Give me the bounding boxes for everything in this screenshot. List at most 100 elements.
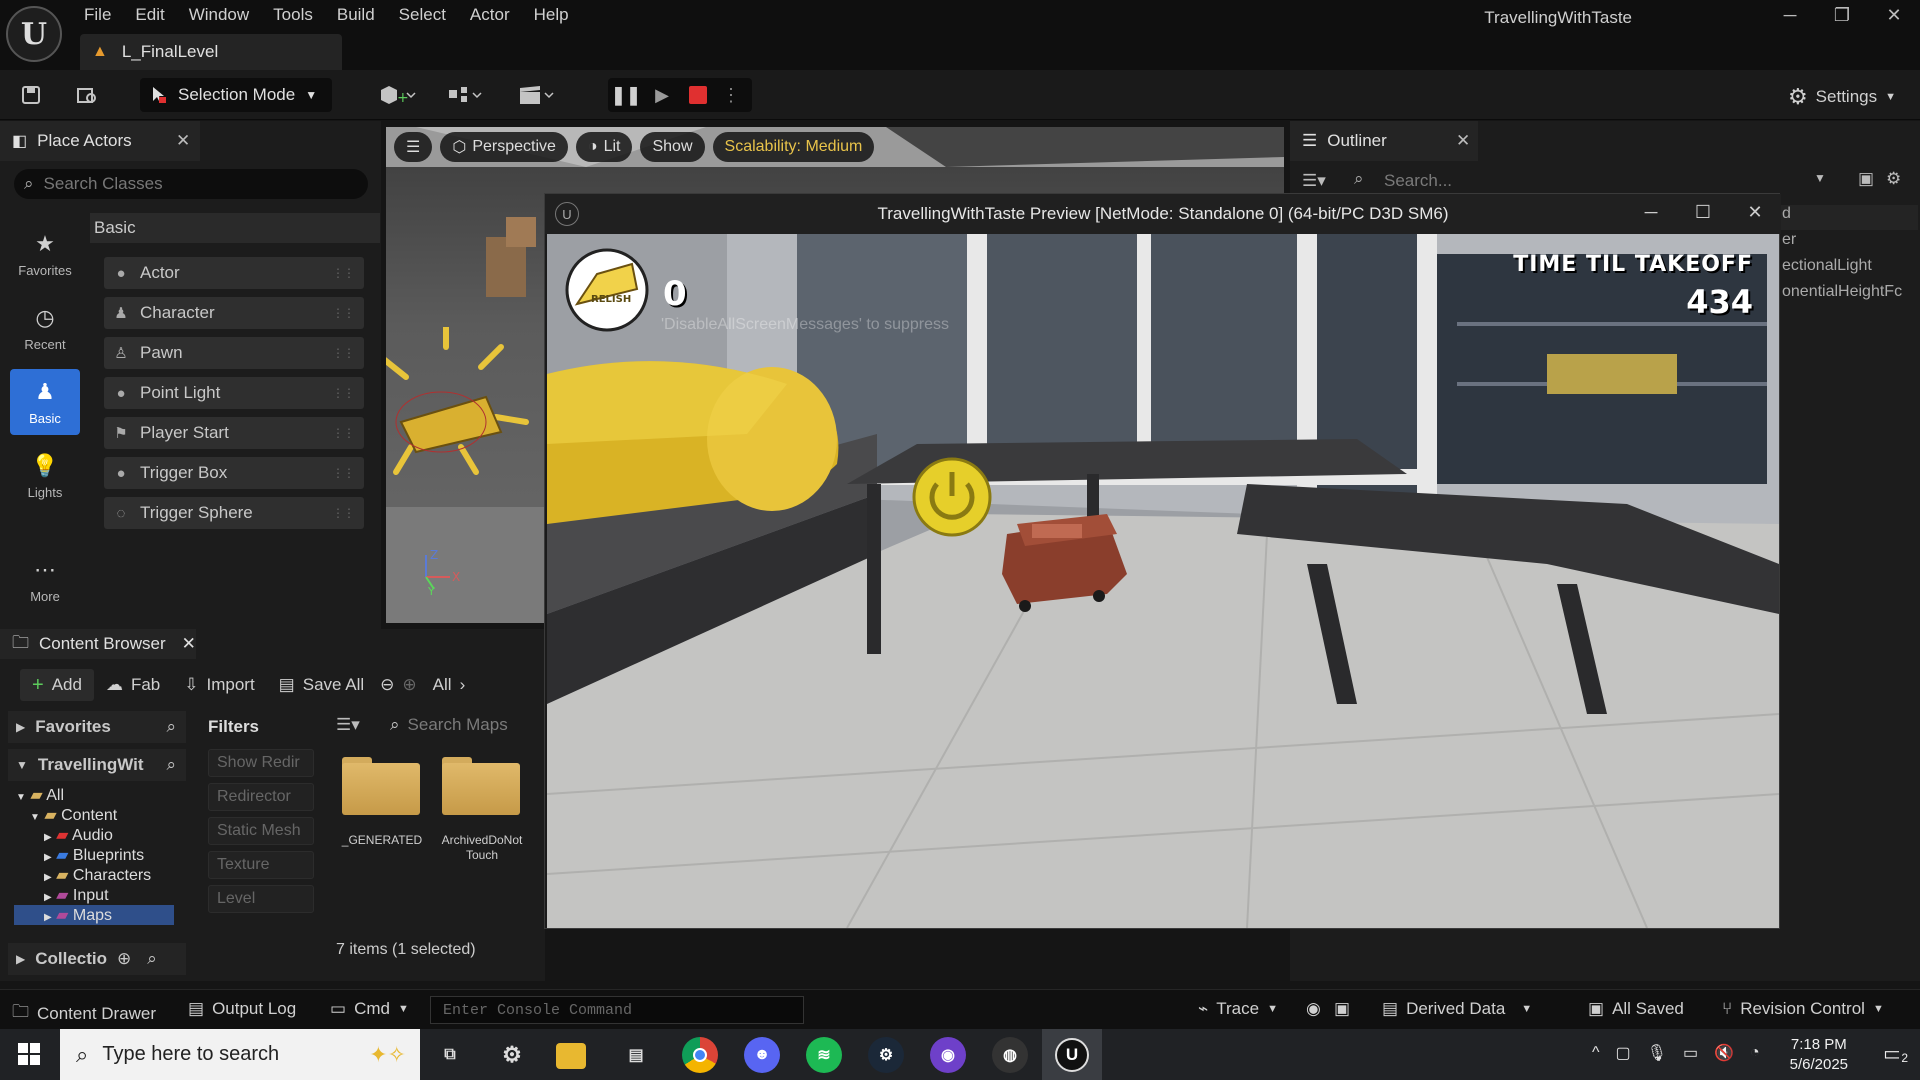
outliner-row[interactable]: d [1778,205,1918,230]
selection-mode-dropdown[interactable]: Selection Mode ▼ [140,78,332,112]
tree-item-content[interactable]: ▼ ▰ Content [30,805,117,825]
filter-level[interactable]: Level [208,885,314,913]
unreal-taskbar-item[interactable]: U [1042,1029,1102,1080]
filter-static-mesh[interactable]: Static Mesh [208,817,314,845]
lit-button[interactable]: ◑ Lit [575,132,633,162]
actor-item-character[interactable]: ♟ Character ⋮⋮ [104,297,364,329]
chevron-down-icon[interactable]: ▼ [1814,171,1826,185]
menu-window[interactable]: Window [177,1,261,29]
outliner-search-input[interactable]: Search... [1384,171,1452,191]
forward-button[interactable]: ⊕ [398,669,420,701]
windows-start-icon[interactable] [18,1043,40,1070]
obs-icon[interactable]: ◍ [992,1037,1028,1073]
outliner-row[interactable]: er [1778,231,1918,256]
tree-item-characters[interactable]: ▶ ▰ Characters [44,865,151,885]
settings-button[interactable]: ⚙ Settings ▼ [1788,84,1896,110]
github-icon[interactable]: ◉ [930,1037,966,1073]
drag-handle-icon[interactable]: ⋮⋮ [332,266,355,280]
maximize-icon[interactable]: ☐ [1677,202,1729,223]
place-actors-tab[interactable]: ◧ Place Actors [0,121,200,161]
taskbar-search-input[interactable]: ⌕ Type here to search ✦✧ [60,1029,420,1080]
drag-handle-icon[interactable]: ⋮⋮ [332,506,355,520]
spotify-icon[interactable]: ≋ [806,1037,842,1073]
close-icon[interactable]: ✕ [176,131,190,151]
battery-icon[interactable]: ▭ [1683,1043,1698,1063]
close-icon[interactable]: ✕ [182,634,196,654]
category-lights[interactable]: 💡 Lights [10,443,80,509]
actor-item-point-light[interactable]: ● Point Light ⋮⋮ [104,377,364,409]
actor-item-trigger-box[interactable]: ● Trigger Box ⋮⋮ [104,457,364,489]
minimize-icon[interactable]: ─ [1764,5,1816,26]
show-button[interactable]: Show [640,132,705,162]
minimize-icon[interactable]: ─ [1625,202,1677,223]
folder-archived-icon[interactable] [442,755,520,815]
play-options-icon[interactable]: ⋮ [716,85,746,106]
filter-texture[interactable]: Texture [208,851,314,879]
tree-item-audio[interactable]: ▶ ▰ Audio [44,825,113,845]
drag-handle-icon[interactable]: ⋮⋮ [332,466,355,480]
microphone-icon[interactable]: 🎙 [1647,1043,1667,1063]
system-clock[interactable]: 7:18 PM 5/6/2025 [1790,1035,1848,1075]
stop-icon[interactable] [680,86,716,104]
output-log-button[interactable]: ▤ Output Log [188,999,296,1019]
folder-generated-icon[interactable] [342,755,420,815]
path-breadcrumb[interactable]: All › [421,669,478,701]
steam-icon[interactable]: ⚙ [868,1037,904,1073]
content-drawer-button[interactable]: 🗀 Content Drawer [12,999,156,1028]
chevron-up-icon[interactable]: ^ [1592,1044,1600,1062]
revision-control-dropdown[interactable]: ⑂ Revision Control ▼ [1722,999,1884,1019]
add-button[interactable]: + Add [20,669,94,701]
tree-item-blueprints[interactable]: ▶ ▰ Blueprints [44,845,144,865]
search-maps-input[interactable]: ⌕ Search Maps [390,711,550,739]
category-basic[interactable]: ♟ Basic [10,369,80,435]
perspective-button[interactable]: ⬡ Perspective [440,132,568,162]
search-icon[interactable]: ⌕ [147,949,157,969]
wifi-icon[interactable]: ◔ [1750,1044,1760,1062]
back-button[interactable]: ⊖ [376,669,398,701]
unreal-logo-icon[interactable]: U [6,6,62,62]
close-icon[interactable]: ✕ [1456,131,1470,151]
actor-item-pawn[interactable]: ♙ Pawn ⋮⋮ [104,337,364,369]
console-input[interactable]: Enter Console Command [430,996,804,1024]
gear-icon[interactable]: ⚙ [1886,169,1901,189]
drag-handle-icon[interactable]: ⋮⋮ [332,426,355,440]
tree-item-maps[interactable]: ▶ ▰ Maps [14,905,174,925]
cheese-actor-icon[interactable] [386,304,536,475]
filter-icon[interactable]: ☰▾ [336,715,360,735]
menu-edit[interactable]: Edit [123,1,176,29]
discord-icon[interactable]: ☻ [744,1037,780,1073]
all-saved-button[interactable]: ▣ All Saved [1588,999,1684,1019]
outliner-row[interactable]: onentialHeightFc [1778,283,1918,308]
pause-icon[interactable]: ❚❚ [608,85,644,106]
actor-item-trigger-sphere[interactable]: ◌ Trigger Sphere ⋮⋮ [104,497,364,529]
menu-select[interactable]: Select [387,1,458,29]
outliner-tab[interactable]: ☰ Outliner [1290,121,1478,161]
search-icon[interactable]: ⌕ [166,755,176,775]
drag-handle-icon[interactable]: ⋮⋮ [332,386,355,400]
close-icon[interactable]: ✕ [1729,202,1781,223]
content-browse-icon[interactable] [72,81,102,109]
preview-title-bar[interactable]: U TravellingWithTaste Preview [NetMode: … [545,194,1781,234]
search-classes-input[interactable]: ⌕ Search Classes [14,169,368,199]
screenshot-icon[interactable]: ▣ [1334,999,1350,1019]
filter-icon[interactable]: ☰▾ [1302,171,1326,191]
cmd-dropdown[interactable]: ▭ Cmd ▼ [330,999,409,1019]
resume-icon[interactable]: ▶ [644,85,680,106]
actor-item-actor[interactable]: ● Actor ⋮⋮ [104,257,364,289]
blueprint-icon[interactable] [440,81,490,109]
add-collection-icon[interactable]: ⊕ [117,949,131,969]
app-window-icon[interactable]: ▤ [618,1037,654,1073]
tree-item-input[interactable]: ▶ ▰ Input [44,885,109,905]
save-icon[interactable] [16,81,46,109]
search-icon[interactable]: ⌕ [166,717,176,737]
content-browser-tab[interactable]: 🗀 Content Browser ✕ [0,629,196,659]
viewport-menu-button[interactable]: ☰ [394,132,433,162]
device-icon[interactable]: ▢ [1616,1043,1631,1063]
menu-tools[interactable]: Tools [261,1,325,29]
close-icon[interactable]: ✕ [1868,5,1920,26]
filter-show-redirectors[interactable]: Show Redir [208,749,314,777]
menu-actor[interactable]: Actor [458,1,522,29]
favorites-section[interactable]: ▶ Favorites ⌕ [8,711,186,743]
drag-handle-icon[interactable]: ⋮⋮ [332,346,355,360]
menu-build[interactable]: Build [325,1,387,29]
